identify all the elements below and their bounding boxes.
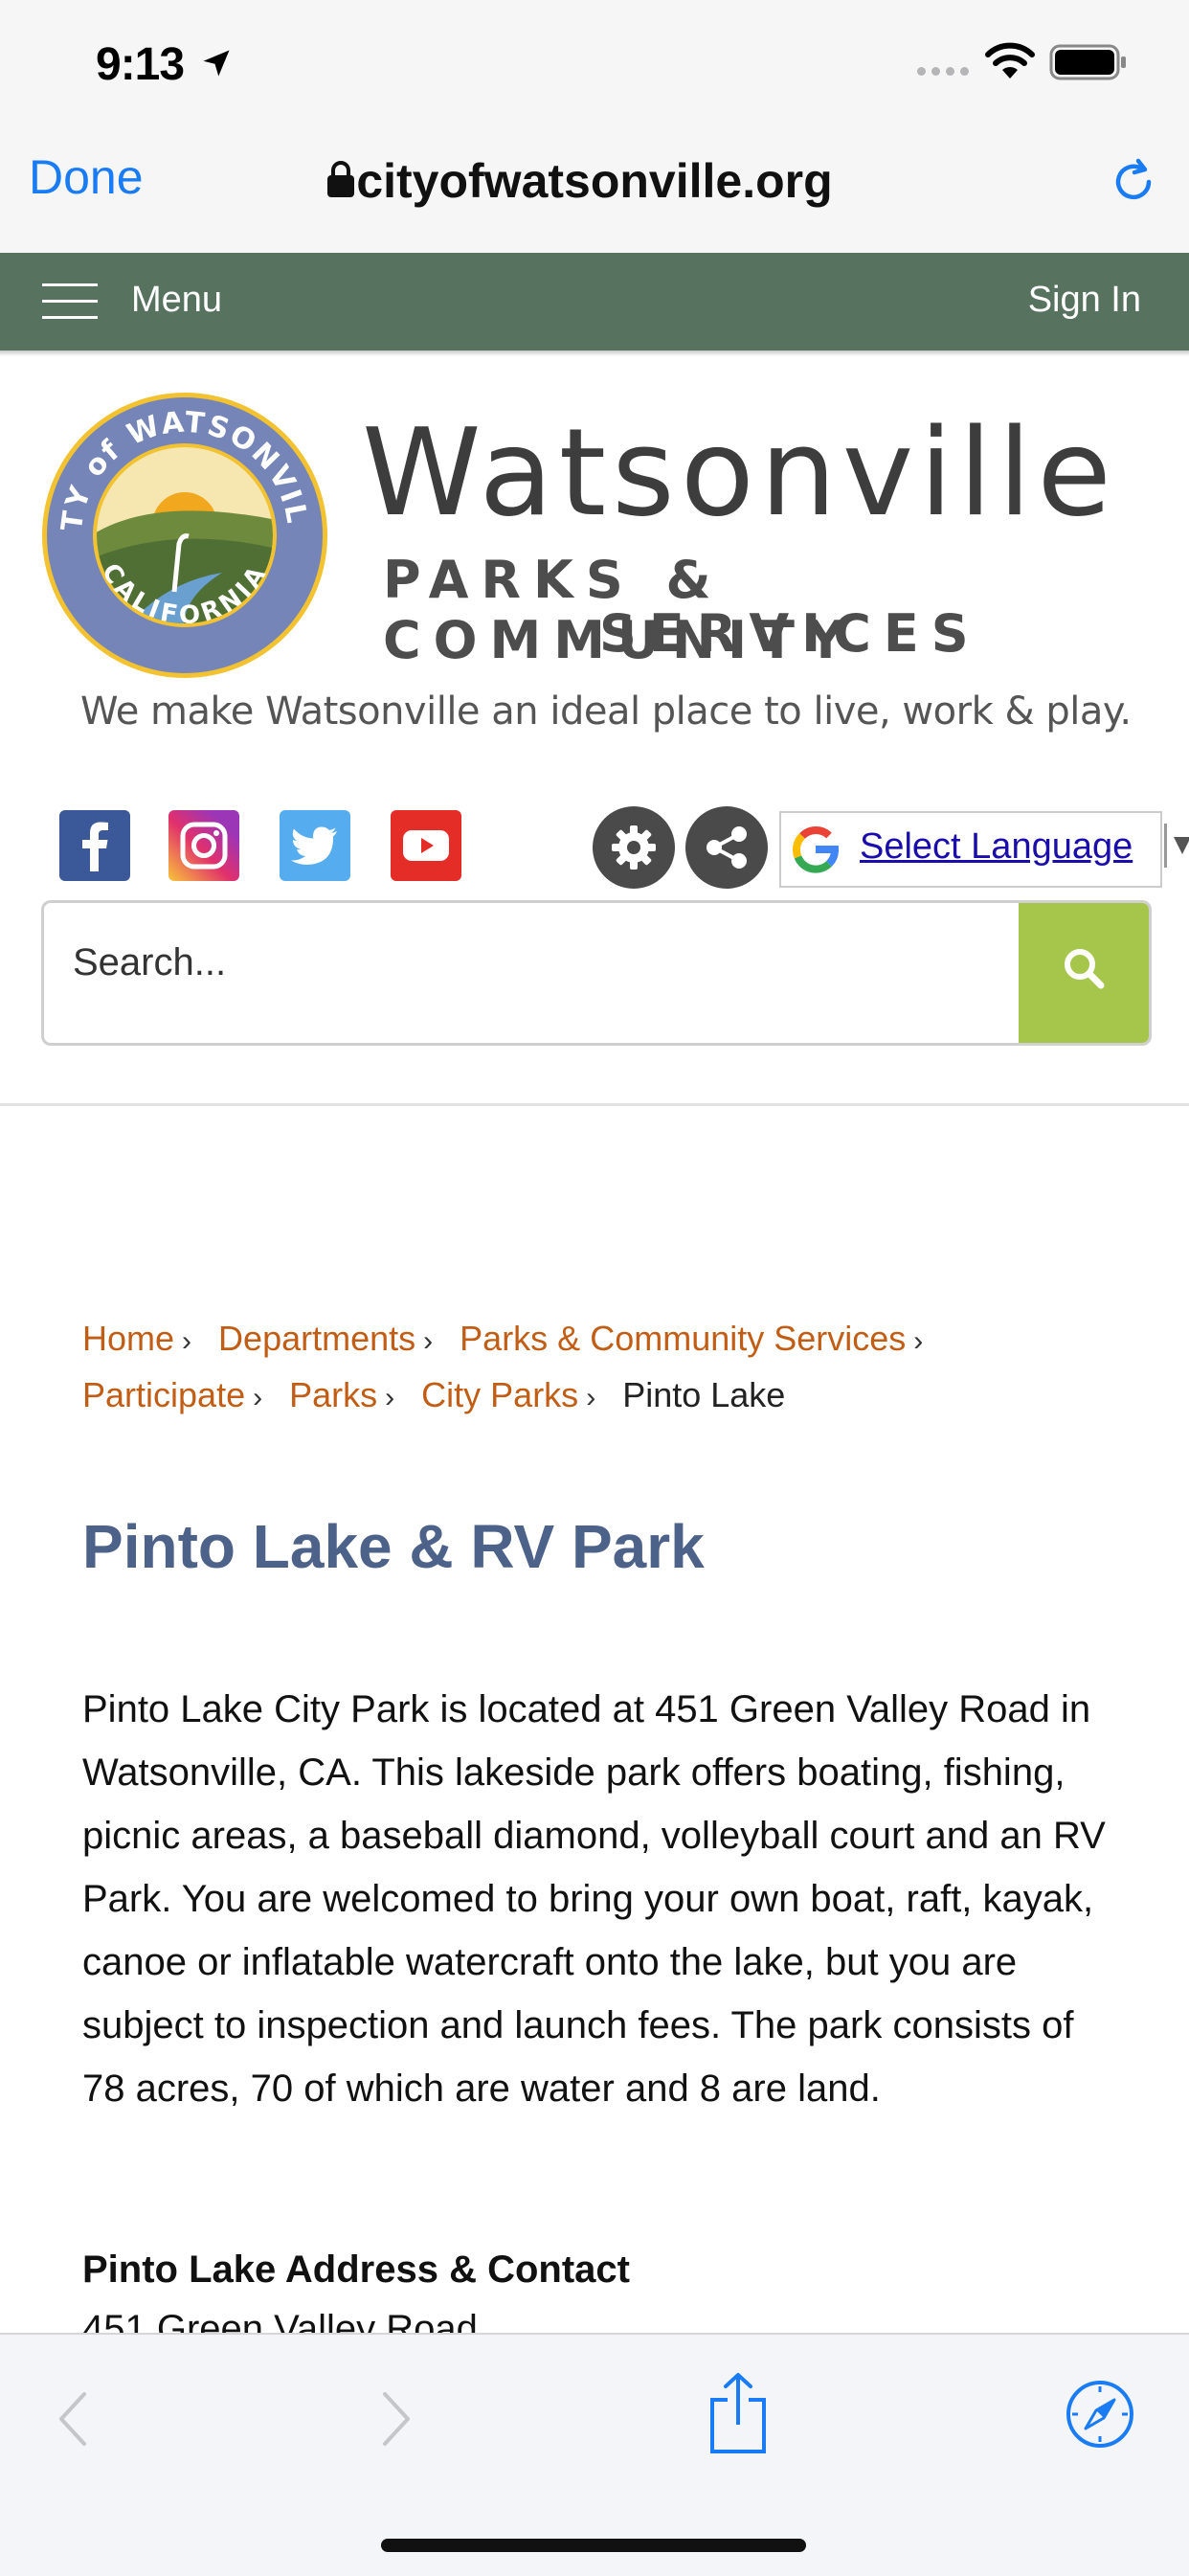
reload-icon[interactable] (1107, 155, 1160, 209)
address-bar-url[interactable]: cityofwatsonville.org (356, 154, 832, 208)
wifi-icon (985, 42, 1035, 79)
breadcrumb-separator-icon: › (253, 1382, 263, 1413)
browser-top-bar: Done cityofwatsonville.org (0, 126, 1189, 253)
nav-shadow (0, 350, 1189, 356)
google-g-icon (792, 826, 839, 873)
breadcrumb-parks[interactable]: Parks (289, 1375, 377, 1414)
breadcrumb-separator-icon: › (182, 1325, 192, 1357)
home-indicator[interactable] (381, 2539, 806, 2552)
breadcrumb-departments[interactable]: Departments (218, 1319, 415, 1358)
address-heading: Pinto Lake Address & Contact (82, 2248, 630, 2291)
search-button[interactable] (1019, 903, 1149, 1043)
city-seal-logo[interactable]: CITY of WATSONVILLE CALIFORNIA (40, 391, 329, 680)
header-divider (0, 1103, 1189, 1106)
breadcrumb-participate[interactable]: Participate (82, 1375, 245, 1414)
compass-icon[interactable] (1065, 2379, 1135, 2450)
sign-in-link[interactable]: Sign In (1028, 280, 1141, 321)
status-time: 9:13 (96, 39, 185, 90)
twitter-icon[interactable] (280, 810, 350, 881)
back-chevron-icon[interactable] (56, 2388, 90, 2450)
site-search-box (41, 900, 1152, 1046)
share-icon[interactable] (685, 806, 768, 889)
breadcrumb-home[interactable]: Home (82, 1319, 174, 1358)
breadcrumb-separator-icon: › (913, 1325, 924, 1357)
settings-gear-icon[interactable] (593, 806, 675, 889)
hamburger-menu-icon[interactable] (42, 282, 100, 322)
breadcrumb-separator-icon: › (423, 1325, 434, 1357)
youtube-icon[interactable] (391, 810, 461, 881)
breadcrumb-current: Pinto Lake (622, 1375, 786, 1414)
language-divider (1164, 824, 1167, 868)
cellular-signal-icon (917, 67, 969, 76)
language-selector[interactable]: Select Language (779, 811, 1162, 888)
share-sheet-icon[interactable] (708, 2371, 768, 2453)
site-subtitle-line2: SERVICES (599, 603, 981, 664)
facebook-icon[interactable] (59, 810, 130, 881)
site-nav-bar: Menu Sign In (0, 253, 1189, 350)
instagram-icon[interactable] (168, 810, 239, 881)
forward-chevron-icon[interactable] (379, 2388, 414, 2450)
dropdown-arrow-icon[interactable] (1174, 837, 1189, 854)
search-input[interactable] (73, 941, 992, 984)
breadcrumb-separator-icon: › (586, 1382, 596, 1413)
breadcrumb-city-parks[interactable]: City Parks (421, 1375, 578, 1414)
intro-paragraph: Pinto Lake City Park is located at 451 G… (82, 1688, 1106, 2110)
search-icon (1065, 949, 1105, 989)
select-language-label[interactable]: Select Language (860, 826, 1133, 868)
battery-icon (1049, 44, 1126, 80)
menu-button[interactable]: Menu (131, 280, 222, 321)
site-title: Watsonville (362, 402, 1117, 543)
breadcrumb: Home › Departments › Parks & Community Ser… (82, 1312, 1135, 1425)
breadcrumb-separator-icon: › (385, 1382, 395, 1413)
status-bar: 9:13 (0, 0, 1189, 126)
location-arrow-icon (203, 50, 230, 77)
page-title: Pinto Lake & RV Park (82, 1512, 705, 1581)
site-tagline: We make Watsonville an ideal place to li… (80, 689, 1132, 734)
breadcrumb-parks-community-services[interactable]: Parks & Community Services (460, 1319, 906, 1358)
